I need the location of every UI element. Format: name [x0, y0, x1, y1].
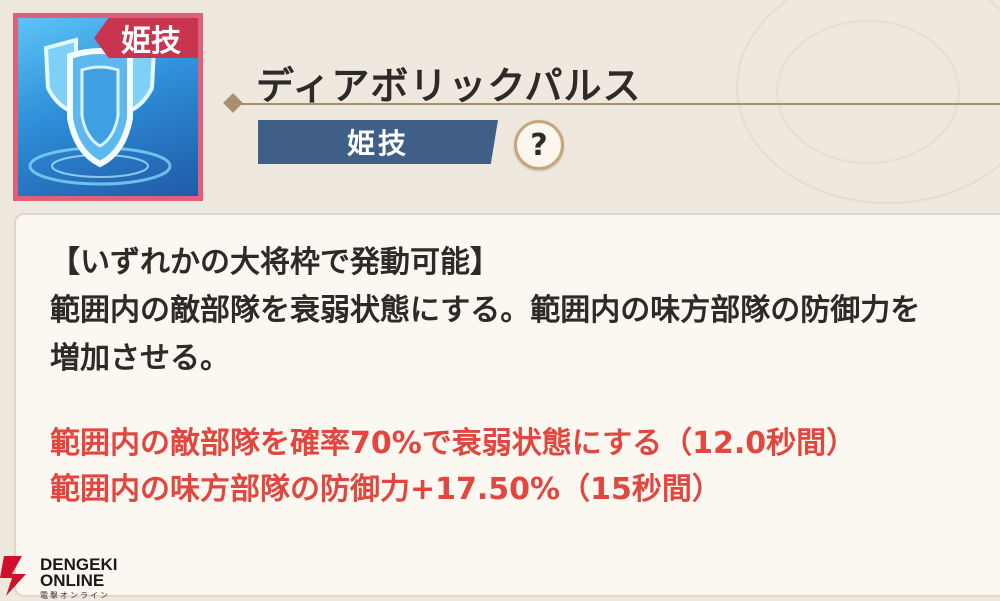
shield-icon: 姫技	[18, 18, 198, 196]
skill-icon[interactable]: 姫技	[13, 13, 203, 201]
watermark-logo: DENGEKI ONLINE	[40, 556, 117, 590]
dengeki-logo-icon	[0, 556, 26, 596]
help-button[interactable]: ?	[514, 120, 564, 170]
watermark-sub: 電撃オンライン	[40, 591, 110, 600]
skill-category-tag: 姫技	[94, 18, 198, 58]
title-divider	[236, 103, 1000, 105]
skill-name: ディアボリックパルス	[256, 64, 642, 108]
description-line: 増加させる。	[50, 341, 230, 376]
effect-line: 範囲内の敵部隊を確率70%で衰弱状態にする（12.0秒間）	[50, 426, 857, 461]
description-line: 範囲内の敵部隊を衰弱状態にする。範囲内の味方部隊の防御力を	[50, 293, 921, 328]
watermark-line: ONLINE	[40, 571, 105, 590]
activation-condition: 【いずれかの大将枠で発動可能】	[50, 245, 500, 280]
skill-type-badge: 姫技	[258, 120, 498, 164]
description-panel: 【いずれかの大将枠で発動可能】 範囲内の敵部隊を衰弱状態にする。範囲内の味方部隊…	[14, 213, 1000, 597]
background-ornament	[776, 20, 960, 164]
effect-line: 範囲内の味方部隊の防御力+17.50%（15秒間）	[50, 472, 722, 507]
